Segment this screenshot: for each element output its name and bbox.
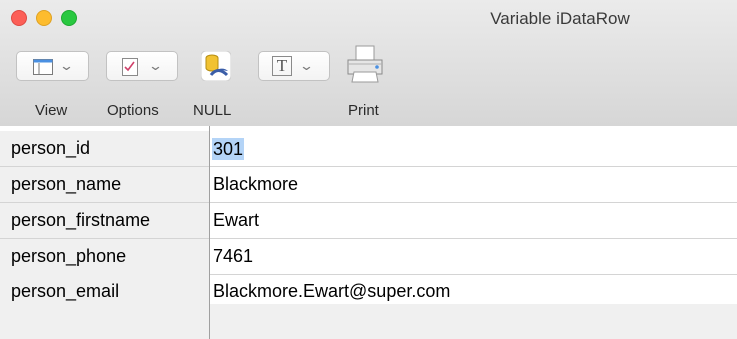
window: Variable iDataRow ⌄ View ⌄ Options NULL … (0, 0, 737, 339)
field-name: person_id (0, 131, 209, 166)
field-value[interactable]: Ewart (213, 203, 259, 238)
window-title: Variable iDataRow (490, 9, 630, 28)
printer-icon (347, 45, 383, 83)
null-label: NULL (193, 102, 232, 119)
table-row[interactable]: person_firstname Ewart (0, 203, 737, 239)
table-row[interactable]: person_id 301 (0, 131, 737, 167)
chevron-down-icon: ⌄ (147, 58, 164, 73)
field-name: person_phone (0, 239, 209, 274)
field-name: person_name (0, 167, 209, 202)
title-toolbar: Variable iDataRow ⌄ View ⌄ Options NULL … (0, 0, 737, 127)
options-label: Options (107, 102, 159, 119)
field-name: person_firstname (0, 203, 209, 238)
column-divider[interactable] (209, 126, 210, 339)
checklist-icon (122, 58, 138, 76)
text-button[interactable]: T ⌄ (258, 51, 330, 81)
view-label: View (35, 102, 68, 119)
null-button[interactable] (193, 49, 239, 83)
options-button[interactable]: ⌄ (106, 51, 178, 81)
field-value[interactable]: 7461 (213, 239, 253, 274)
chevron-down-icon: ⌄ (58, 58, 75, 73)
minimize-window-button[interactable] (36, 10, 52, 26)
table-row[interactable]: person_phone 7461 (0, 239, 737, 275)
table-row[interactable]: person_name Blackmore (0, 167, 737, 203)
null-database-icon (201, 51, 231, 81)
text-icon: T (272, 56, 292, 76)
field-value[interactable]: 301 (212, 138, 245, 160)
chevron-down-icon: ⌄ (298, 58, 315, 73)
print-label: Print (348, 102, 379, 119)
zoom-window-button[interactable] (61, 10, 77, 26)
print-button[interactable] (340, 42, 390, 84)
data-row-table: person_id 301 person_name Blackmore pers… (0, 126, 737, 339)
field-value[interactable]: Blackmore (213, 167, 298, 202)
close-window-button[interactable] (11, 10, 27, 26)
empty-row-area (0, 304, 737, 339)
view-button[interactable]: ⌄ (16, 51, 89, 81)
table-view-icon (33, 59, 53, 75)
